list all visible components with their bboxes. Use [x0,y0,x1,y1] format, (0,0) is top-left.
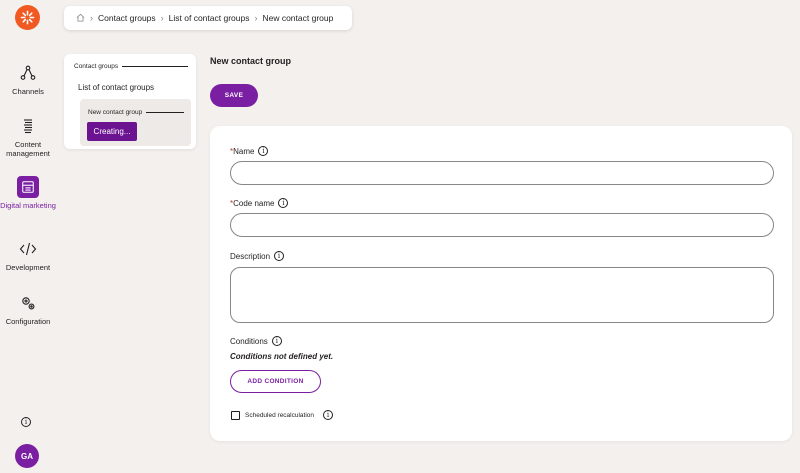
add-condition-button[interactable]: ADD CONDITION [230,370,321,393]
rail-item-channels[interactable]: Channels [0,62,56,96]
rail-item-configuration[interactable]: Configuration [0,292,56,326]
conditions-label: Conditions i [230,336,282,346]
tree-sub-panel: New contact group Creating... [80,99,191,146]
save-button[interactable]: SAVE [210,84,258,107]
info-icon[interactable]: i [274,251,285,261]
tree-header-label: Contact groups [74,63,119,70]
avatar[interactable]: GA [15,444,39,468]
description-label-text: Description [230,251,271,261]
breadcrumb-item-list[interactable]: List of contact groups [169,13,250,23]
code-name-input[interactable] [230,213,774,237]
chevron-right-icon: › [160,13,164,23]
content-management-icon [17,115,39,137]
home-icon[interactable] [76,13,85,24]
breadcrumb-item-current: New contact group [262,13,334,23]
tree-item-list[interactable]: List of contact groups [78,83,154,92]
chevron-right-icon: › [90,13,93,23]
info-icon[interactable]: i [258,146,269,156]
name-label-text: Name [233,146,255,156]
divider [146,112,184,113]
rail-item-label: Channels [12,87,44,96]
rail-item-development[interactable]: Development [0,238,56,272]
code-name-label-text: Code name [233,198,275,208]
rail-item-label: Development [5,263,51,272]
breadcrumb: › Contact groups › List of contact group… [64,6,352,30]
gears-icon [17,292,39,314]
rail-item-content-management[interactable]: Content management [0,115,56,158]
creating-item[interactable]: Creating... [87,122,137,141]
scheduled-recalculation-checkbox[interactable] [231,410,240,420]
breadcrumb-item-contact-groups[interactable]: Contact groups [98,13,156,23]
divider [122,66,188,67]
info-icon[interactable]: i [323,410,334,420]
rail-item-digital-marketing[interactable]: Digital marketing [0,176,56,210]
form-card: *Name i *Code name i Description i Condi… [210,126,792,441]
digital-marketing-icon [17,176,39,198]
code-icon [17,238,39,260]
tree-header: Contact groups [74,63,188,70]
navigation-rail: Channels Content management Digital mark… [0,0,56,473]
info-icon[interactable]: i [271,336,282,346]
name-label: *Name i [230,146,269,156]
tree-sub-header: New contact group [88,109,184,116]
rail-item-label: Content management [6,140,50,158]
scheduled-recalculation-label[interactable]: Scheduled recalculation [245,412,314,419]
conditions-label-text: Conditions [230,336,268,346]
rail-item-label: Configuration [5,317,51,326]
page-title: New contact group [210,56,292,66]
description-textarea[interactable] [230,267,774,323]
conditions-empty-text: Conditions not defined yet. [230,352,334,361]
tree-sub-header-label: New contact group [88,109,143,116]
rail-item-label: Digital marketing [0,201,56,210]
chevron-right-icon: › [254,13,258,23]
name-input[interactable] [230,161,774,185]
logo-icon[interactable] [15,5,40,30]
description-label: Description i [230,251,285,261]
info-icon[interactable]: i [21,417,31,427]
channels-icon [17,62,39,84]
code-name-label: *Code name i [230,198,289,208]
info-icon[interactable]: i [278,198,289,208]
scheduled-recalculation-row: Scheduled recalculation i [231,410,334,420]
